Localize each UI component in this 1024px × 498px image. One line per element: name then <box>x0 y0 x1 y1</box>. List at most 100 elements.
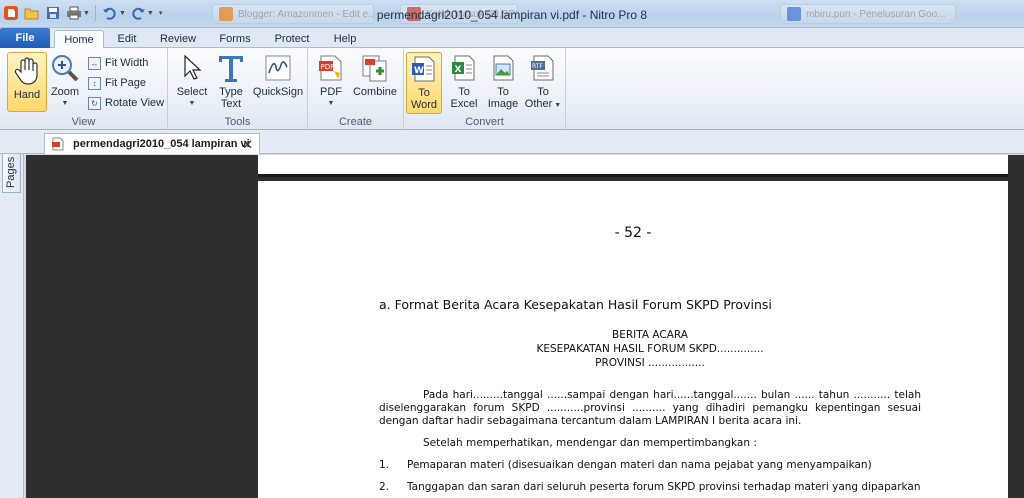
tab-home[interactable]: Home <box>54 30 104 49</box>
select-cursor-icon <box>176 52 208 84</box>
combine-button-label: Combine <box>352 86 398 98</box>
select-dropdown-icon: ▼ <box>188 100 196 107</box>
pdf-button-label: PDF <box>320 86 342 98</box>
to-image-label-line2: Image <box>487 98 519 110</box>
document-viewer[interactable]: - 52 - a. Format Berita Acara Kesepakata… <box>26 155 1024 498</box>
group-create: PDF PDF ▼ Combine Create <box>308 48 404 130</box>
fit-width-button[interactable]: ↔ Fit Width <box>88 54 148 72</box>
word-document-icon: W <box>408 53 440 85</box>
image-document-icon <box>487 52 519 84</box>
pdf-page: - 52 - a. Format Berita Acara Kesepakata… <box>258 181 1008 498</box>
fit-width-icon: ↔ <box>88 56 101 70</box>
other-format-icon: RTF <box>527 52 559 84</box>
zoom-icon <box>49 52 81 84</box>
to-word-label-line2: Word <box>410 99 438 111</box>
close-icon[interactable]: ✕ <box>242 137 253 153</box>
document-tab[interactable]: permendagri2010_054 lampiran vi ✕ <box>44 133 260 154</box>
rotate-view-button[interactable]: ↻ Rotate View <box>88 94 164 112</box>
type-text-label-line2: Text <box>220 98 242 110</box>
fit-page-button[interactable]: ↕ Fit Page <box>88 74 146 92</box>
svg-text:X: X <box>455 65 462 75</box>
list-item-number: 1. <box>379 459 390 471</box>
tab-review[interactable]: Review <box>154 30 202 48</box>
tab-file[interactable]: File <box>0 28 50 48</box>
hand-button-label: Hand <box>13 89 41 101</box>
title-bar: ▼ ▼ ▼ ▾ Blogger: Amazonmen - Edit e... K… <box>0 0 1024 28</box>
to-other-label-text: Other <box>524 98 553 110</box>
rotate-icon: ↻ <box>88 96 101 110</box>
zoom-dropdown-icon: ▼ <box>61 100 69 107</box>
to-image-label-line1: To <box>497 86 509 98</box>
fit-page-label: Fit Page <box>105 77 146 89</box>
side-panel: Pages <box>0 130 24 498</box>
rotate-view-label: Rotate View <box>105 97 165 109</box>
group-label-tools: Tools <box>224 116 251 128</box>
opening-paragraph-text: Pada hari.........tanggal ......sampai d… <box>379 389 921 427</box>
to-excel-label-line2: Excel <box>450 98 478 110</box>
list-item: 1. Pemaparan materi (disesuaikan dengan … <box>379 459 921 473</box>
quicksign-button-label: QuickSign <box>252 86 304 98</box>
document-tab-label: permendagri2010_054 lampiran vi <box>73 138 250 150</box>
to-image-button[interactable]: To Image <box>484 52 522 110</box>
list-item-text: Tanggapan dan saran dari seluruh peserta… <box>407 481 921 493</box>
tab-protect[interactable]: Protect <box>266 30 318 48</box>
select-button[interactable]: Select ▼ <box>174 52 210 110</box>
pdf-button[interactable]: PDF PDF ▼ <box>316 52 346 110</box>
to-word-label-line1: To <box>418 87 430 99</box>
pdf-file-icon <box>52 137 64 151</box>
quicksign-button[interactable]: QuickSign <box>252 52 304 98</box>
fit-page-icon: ↕ <box>88 76 101 90</box>
pages-label: Pages <box>5 156 17 188</box>
type-text-button[interactable]: Type Text <box>214 52 248 110</box>
svg-text:PDF: PDF <box>321 63 335 71</box>
group-label-convert: Convert <box>465 116 504 128</box>
ribbon-tab-bar: File Home Edit Review Forms Protect Help <box>0 28 1024 49</box>
document-title-line-3: PROVINSI ................. <box>595 357 705 369</box>
tab-forms[interactable]: Forms <box>212 30 258 48</box>
group-convert: W To Word X To Excel To Image RTF To Oth… <box>404 48 566 130</box>
tab-edit[interactable]: Edit <box>108 30 146 48</box>
consideration-paragraph-text: Setelah memperhatikan, mendengar dan mem… <box>423 437 757 449</box>
type-text-label-line1: Type <box>219 86 243 98</box>
quicksign-icon <box>262 52 294 84</box>
hand-icon <box>11 55 43 87</box>
combine-icon <box>359 52 391 84</box>
to-excel-label-line1: To <box>458 86 470 98</box>
document-tab-bar: permendagri2010_054 lampiran vi ✕ <box>0 130 1024 154</box>
to-word-button[interactable]: W To Word <box>406 52 442 114</box>
list-item-text: Pemaparan materi (disesuaikan dengan mat… <box>407 459 872 471</box>
list-item: 2. Tanggapan dan saran dari seluruh pese… <box>379 481 921 498</box>
to-other-button[interactable]: RTF To Other ▼ <box>524 52 562 112</box>
create-pdf-icon: PDF <box>315 52 347 84</box>
list-item-number: 2. <box>379 481 390 493</box>
previous-page-bottom <box>258 155 1008 177</box>
document-title-line-1: BERITA ACARA <box>612 329 688 341</box>
to-other-label-line2: Other ▼ <box>525 98 561 112</box>
group-view: Hand Zoom ▼ ↔ Fit Width ↕ Fit Page ↻ Rot… <box>0 48 168 130</box>
pdf-dropdown-icon: ▼ <box>327 100 335 107</box>
zoom-button-label: Zoom <box>50 86 80 98</box>
document-title-line-2: KESEPAKATAN HASIL FORUM SKPD............… <box>536 343 764 355</box>
type-text-icon <box>215 52 247 84</box>
tab-help[interactable]: Help <box>326 30 364 48</box>
combine-button[interactable]: Combine <box>350 52 400 98</box>
group-tools: Select ▼ Type Text QuickSign Tools <box>168 48 308 130</box>
to-excel-button[interactable]: X To Excel <box>446 52 482 110</box>
svg-text:RTF: RTF <box>532 63 543 70</box>
svg-text:W: W <box>414 66 424 76</box>
fit-width-label: Fit Width <box>105 57 149 69</box>
hand-button[interactable]: Hand <box>7 52 47 112</box>
consideration-paragraph: Setelah memperhatikan, mendengar dan mem… <box>379 437 921 450</box>
excel-document-icon: X <box>448 52 480 84</box>
zoom-button[interactable]: Zoom ▼ <box>48 52 82 110</box>
to-other-dropdown-icon: ▼ <box>552 102 562 109</box>
opening-paragraph: Pada hari.........tanggal ......sampai d… <box>379 389 921 428</box>
window-title: permendagri2010_054 lampiran vi.pdf - Ni… <box>376 8 648 22</box>
page-number: - 52 - <box>614 225 652 241</box>
select-button-label: Select <box>176 86 208 98</box>
to-other-label-line1: To <box>537 86 549 98</box>
group-label-view: View <box>71 116 96 128</box>
group-label-create: Create <box>338 116 373 128</box>
section-heading: a. Format Berita Acara Kesepakatan Hasil… <box>379 297 772 312</box>
ribbon: Hand Zoom ▼ ↔ Fit Width ↕ Fit Page ↻ Rot… <box>0 48 1024 130</box>
